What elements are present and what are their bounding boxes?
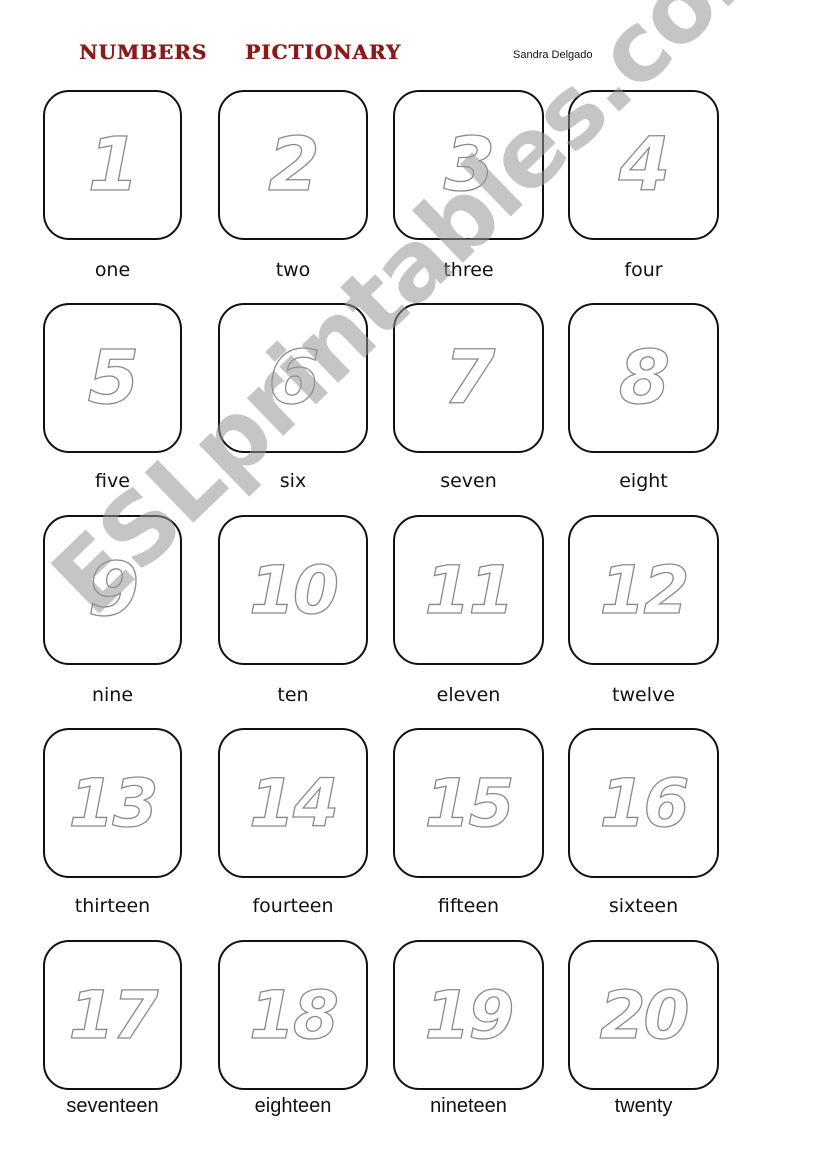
card-numeral: 6: [268, 334, 321, 421]
card-numeral: 1: [87, 121, 140, 208]
number-card: 2: [218, 90, 368, 240]
number-card: 11: [393, 515, 544, 665]
card-numeral: 14: [248, 764, 339, 842]
number-card: 15: [393, 728, 544, 878]
card-numeral: 7: [443, 334, 496, 421]
card-numeral: 9: [87, 546, 140, 633]
number-card: 14: [218, 728, 368, 878]
card-numeral: 5: [87, 334, 140, 421]
card-numeral: 8: [618, 334, 671, 421]
card-word-label: nine: [91, 684, 134, 706]
card-numeral: 2: [268, 121, 321, 208]
card-word-label: eight: [619, 470, 668, 492]
title-word-numbers: NUMBERS: [79, 40, 208, 64]
card-word-label: five: [95, 470, 130, 492]
title-word-pictionary: PICTIONARY: [245, 40, 402, 64]
card-word-label: twelve: [612, 684, 675, 706]
number-card: 17: [43, 940, 182, 1090]
number-card: 10: [218, 515, 368, 665]
card-numeral: 3: [443, 121, 496, 208]
card-word-label: two: [275, 259, 311, 281]
author-name: Sandra Delgado: [513, 49, 593, 61]
number-card: 9: [43, 515, 182, 665]
number-card: 19: [393, 940, 544, 1090]
card-word-label: ten: [277, 684, 309, 706]
card-numeral: 13: [68, 764, 159, 842]
card-numeral: 17: [68, 976, 159, 1054]
number-card: 7: [393, 303, 544, 453]
number-card: 18: [218, 940, 368, 1090]
number-card: 12: [568, 515, 719, 665]
number-card: 6: [218, 303, 368, 453]
card-numeral: 12: [599, 551, 690, 629]
card-numeral: 16: [599, 764, 690, 842]
number-card: 4: [568, 90, 719, 240]
number-card: 13: [43, 728, 182, 878]
card-word-label: six: [279, 470, 307, 492]
card-numeral: 19: [424, 976, 515, 1054]
card-word-label: fourteen: [252, 895, 334, 917]
card-word-label: four: [624, 259, 663, 281]
number-card: 16: [568, 728, 719, 878]
card-numeral: 20: [599, 976, 690, 1054]
card-word-label: eleven: [436, 684, 501, 706]
card-numeral: 18: [248, 976, 339, 1054]
card-numeral: 11: [424, 551, 515, 629]
card-word-label: eighteen: [254, 1095, 332, 1117]
card-word-label: seventeen: [66, 1095, 159, 1117]
number-card: 20: [568, 940, 719, 1090]
number-card: 3: [393, 90, 544, 240]
number-card: 8: [568, 303, 719, 453]
number-card: 5: [43, 303, 182, 453]
card-word-label: fifteen: [437, 895, 500, 917]
number-card: 1: [43, 90, 182, 240]
card-word-label: nineteen: [430, 1095, 507, 1117]
card-word-label: seven: [440, 470, 497, 492]
card-word-label: thirteen: [74, 895, 151, 917]
card-numeral: 10: [248, 551, 339, 629]
card-numeral: 15: [424, 764, 515, 842]
card-word-label: three: [443, 259, 494, 281]
card-word-label: sixteen: [608, 895, 679, 917]
card-numeral: 4: [618, 121, 671, 208]
card-word-label: one: [94, 259, 131, 281]
card-word-label: twenty: [614, 1095, 673, 1117]
